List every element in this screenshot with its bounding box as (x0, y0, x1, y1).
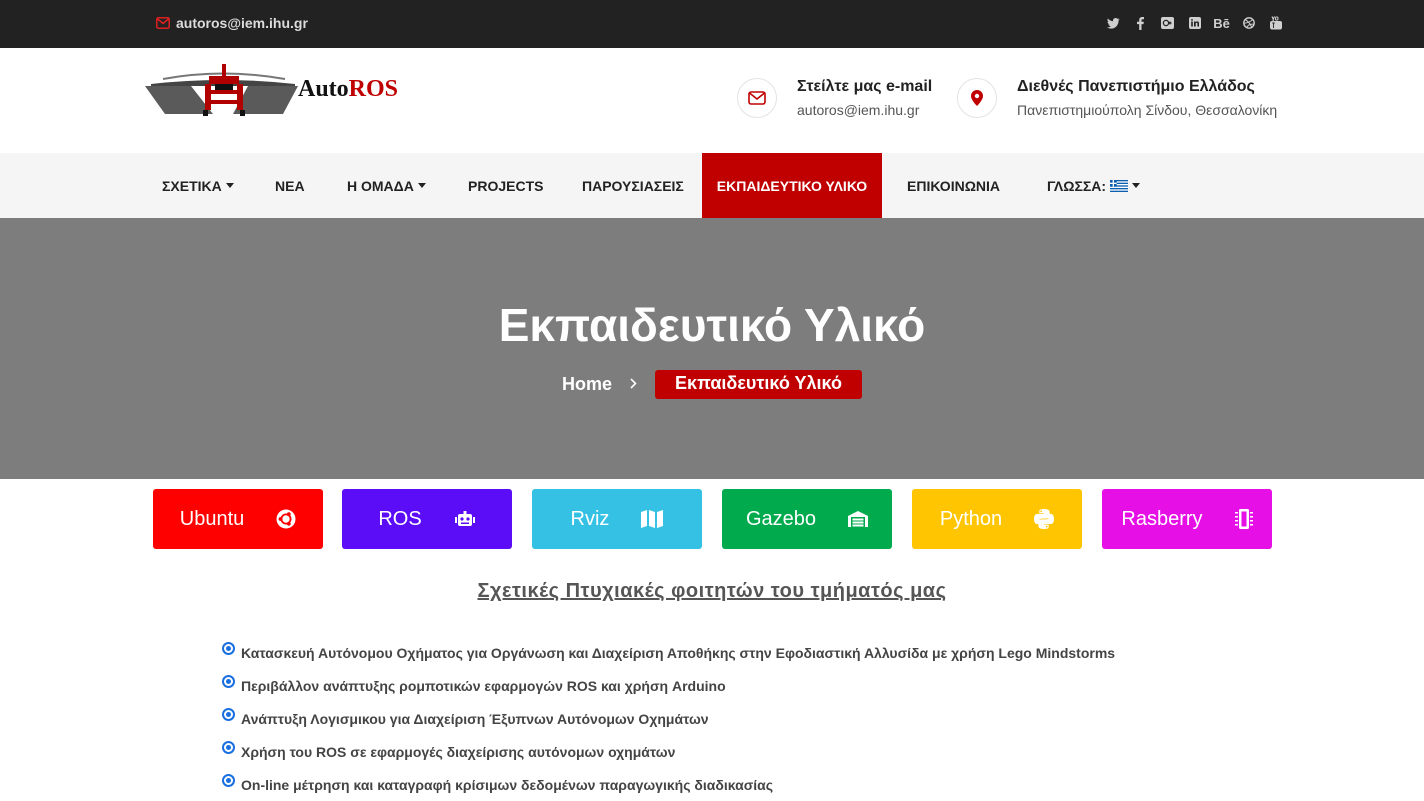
chevron-down-icon (225, 183, 234, 188)
main-navigation: ΣΧΕΤΙΚΑ ΝΕΑ Η ΟΜΑΔΑ PROJECTS ΠΑΡΟΥΣΙΑΣΕΙ… (0, 153, 1424, 218)
list-item[interactable]: Ανάπτυξη Λογισμικου για Διαχείριση Έξυπν… (222, 702, 1115, 735)
breadcrumb-current: Εκπαιδευτικό Υλικό (655, 370, 862, 399)
map-marker-icon (971, 90, 983, 106)
nav-label: ΣΧΕΤΙΚΑ (162, 177, 222, 194)
tile-ubuntu[interactable]: Ubuntu (153, 489, 323, 549)
microchip-icon (1234, 509, 1253, 529)
nav-item-presentations[interactable]: ΠΑΡΟΥΣΙΑΣΕΙΣ (582, 153, 684, 218)
map-icon (641, 510, 664, 528)
logo-text-ros: ROS (348, 76, 399, 102)
site-header: AutoROS Στείλτε μας e-mail autoros@iem.i… (0, 48, 1424, 153)
chevron-down-icon (417, 183, 426, 188)
nav-item-language[interactable]: ΓΛΩΣΣΑ: (1047, 153, 1141, 218)
nav-label: ΕΚΠΑΙΔΕΥΤΙΚΟ ΥΛΙΚΟ (716, 177, 868, 194)
contact-address-value: Πανεπιστημιούπολη Σίνδου, Θεσσαλονίκη (1017, 102, 1278, 118)
tile-label: Rasberry (1121, 507, 1203, 530)
list-item-text[interactable]: Κατασκευή Αυτόνομου Οχήματος για Οργάνωσ… (241, 645, 1115, 661)
list-item-text[interactable]: Περιβάλλον ανάπτυξης ρομποτικών εφαρμογώ… (241, 678, 726, 694)
theses-list: Κατασκευή Αυτόνομου Οχήματος για Οργάνωσ… (222, 636, 1115, 801)
radio-bullet-icon (222, 642, 235, 655)
contact-address-circle (957, 78, 997, 118)
social-links: Bē (1106, 14, 1283, 32)
topic-tiles: Ubuntu ROS Rviz Gazebo Python Rasberry (0, 489, 1424, 550)
youtube-icon[interactable] (1268, 14, 1283, 32)
contact-email-circle (737, 78, 777, 118)
facebook-icon[interactable] (1133, 14, 1148, 32)
nav-item-team[interactable]: Η ΟΜΑΔΑ (347, 153, 426, 218)
top-bar: autoros@iem.ihu.gr Bē (0, 0, 1424, 48)
contact-email-title: Στείλτε μας e-mail (797, 78, 933, 95)
contact-email-block[interactable]: Στείλτε μας e-mail autoros@iem.ihu.gr (737, 78, 932, 118)
breadcrumb: Home Εκπαιδευτικό Υλικό (0, 370, 1424, 399)
nav-item-contact[interactable]: ΕΠΙΚΟΙΝΩΝΙΑ (907, 153, 1000, 218)
logo-text-auto: Auto (298, 76, 349, 102)
logo-wordmark[interactable]: AutoROS (298, 76, 398, 103)
list-item-text[interactable]: On-line μέτρηση και καταγραφή κρίσιμων δ… (241, 777, 773, 793)
list-item[interactable]: Περιβάλλον ανάπτυξης ρομποτικών εφαρμογώ… (222, 669, 1115, 702)
nav-label: ΕΠΙΚΟΙΝΩΝΙΑ (907, 177, 1001, 194)
nav-item-projects[interactable]: PROJECTS (468, 153, 543, 218)
nav-label: ΝΕΑ (275, 177, 305, 194)
tile-label: Gazebo (745, 507, 817, 530)
topbar-email-text: autoros@iem.ihu.gr (176, 15, 308, 31)
nav-item-news[interactable]: ΝΕΑ (275, 153, 305, 218)
nav-item-educational-material[interactable]: ΕΚΠΑΙΔΕΥΤΙΚΟ ΥΛΙΚΟ (702, 153, 882, 218)
tile-label: ROS (378, 507, 422, 530)
contact-address-title: Διεθνές Πανεπιστήμιο Ελλάδος (1017, 78, 1255, 95)
radio-bullet-icon (222, 774, 235, 787)
behance-icon[interactable]: Bē (1213, 14, 1230, 32)
nav-label: PROJECTS (468, 177, 544, 194)
greek-flag-icon (1110, 179, 1129, 192)
page-hero: Εκπαιδευτικό Υλικό Home Εκπαιδευτικό Υλι… (0, 218, 1424, 479)
chevron-right-icon (630, 376, 637, 394)
page-title: Εκπαιδευτικό Υλικό (498, 299, 926, 351)
twitter-icon[interactable] (1106, 14, 1121, 32)
contact-email-value[interactable]: autoros@iem.ihu.gr (797, 102, 932, 118)
radio-bullet-icon (222, 741, 235, 754)
chevron-down-icon (1132, 183, 1141, 188)
tile-rviz[interactable]: Rviz (532, 489, 702, 549)
topbar-email-link[interactable]: autoros@iem.ihu.gr (156, 15, 308, 31)
google-plus-icon[interactable] (1160, 14, 1175, 32)
logo-robot-graphic (145, 64, 298, 116)
nav-label: Η ΟΜΑΔΑ (347, 177, 414, 194)
tile-ros[interactable]: ROS (342, 489, 512, 549)
tile-gazebo[interactable]: Gazebo (722, 489, 892, 549)
dribbble-icon[interactable] (1241, 14, 1256, 32)
breadcrumb-home-link[interactable]: Home (562, 374, 612, 395)
radio-bullet-icon (222, 708, 235, 721)
envelope-icon (748, 91, 766, 105)
list-item[interactable]: Κατασκευή Αυτόνομου Οχήματος για Οργάνωσ… (222, 636, 1115, 669)
list-item[interactable]: On-line μέτρηση και καταγραφή κρίσιμων δ… (222, 768, 1115, 801)
list-item[interactable]: Χρήση του ROS σε εφαρμογές διαχείρισης α… (222, 735, 1115, 768)
tile-rasberry[interactable]: Rasberry (1102, 489, 1272, 549)
linkedin-icon[interactable] (1187, 14, 1202, 32)
tile-label: Ubuntu (179, 507, 245, 530)
warehouse-icon (848, 511, 869, 527)
robot-icon (454, 511, 475, 526)
tile-python[interactable]: Python (912, 489, 1082, 549)
nav-label: ΓΛΩΣΣΑ: (1047, 177, 1107, 194)
ubuntu-icon (276, 509, 296, 529)
tile-label: Python (939, 507, 1003, 530)
nav-label: ΠΑΡΟΥΣΙΑΣΕΙΣ (582, 177, 684, 194)
list-item-text[interactable]: Ανάπτυξη Λογισμικου για Διαχείριση Έξυπν… (241, 711, 709, 727)
list-item-text[interactable]: Χρήση του ROS σε εφαρμογές διαχείρισης α… (241, 744, 675, 760)
radio-bullet-icon (222, 675, 235, 688)
contact-address-block: Διεθνές Πανεπιστήμιο Ελλάδος Πανεπιστημι… (957, 78, 1277, 118)
envelope-icon (156, 17, 170, 29)
tile-label: Rviz (570, 507, 610, 530)
nav-item-about[interactable]: ΣΧΕΤΙΚΑ (162, 153, 234, 218)
python-icon (1034, 509, 1055, 529)
section-title: Σχετικές Πτυχιακές φοιτητών του τμήματός… (477, 580, 947, 602)
